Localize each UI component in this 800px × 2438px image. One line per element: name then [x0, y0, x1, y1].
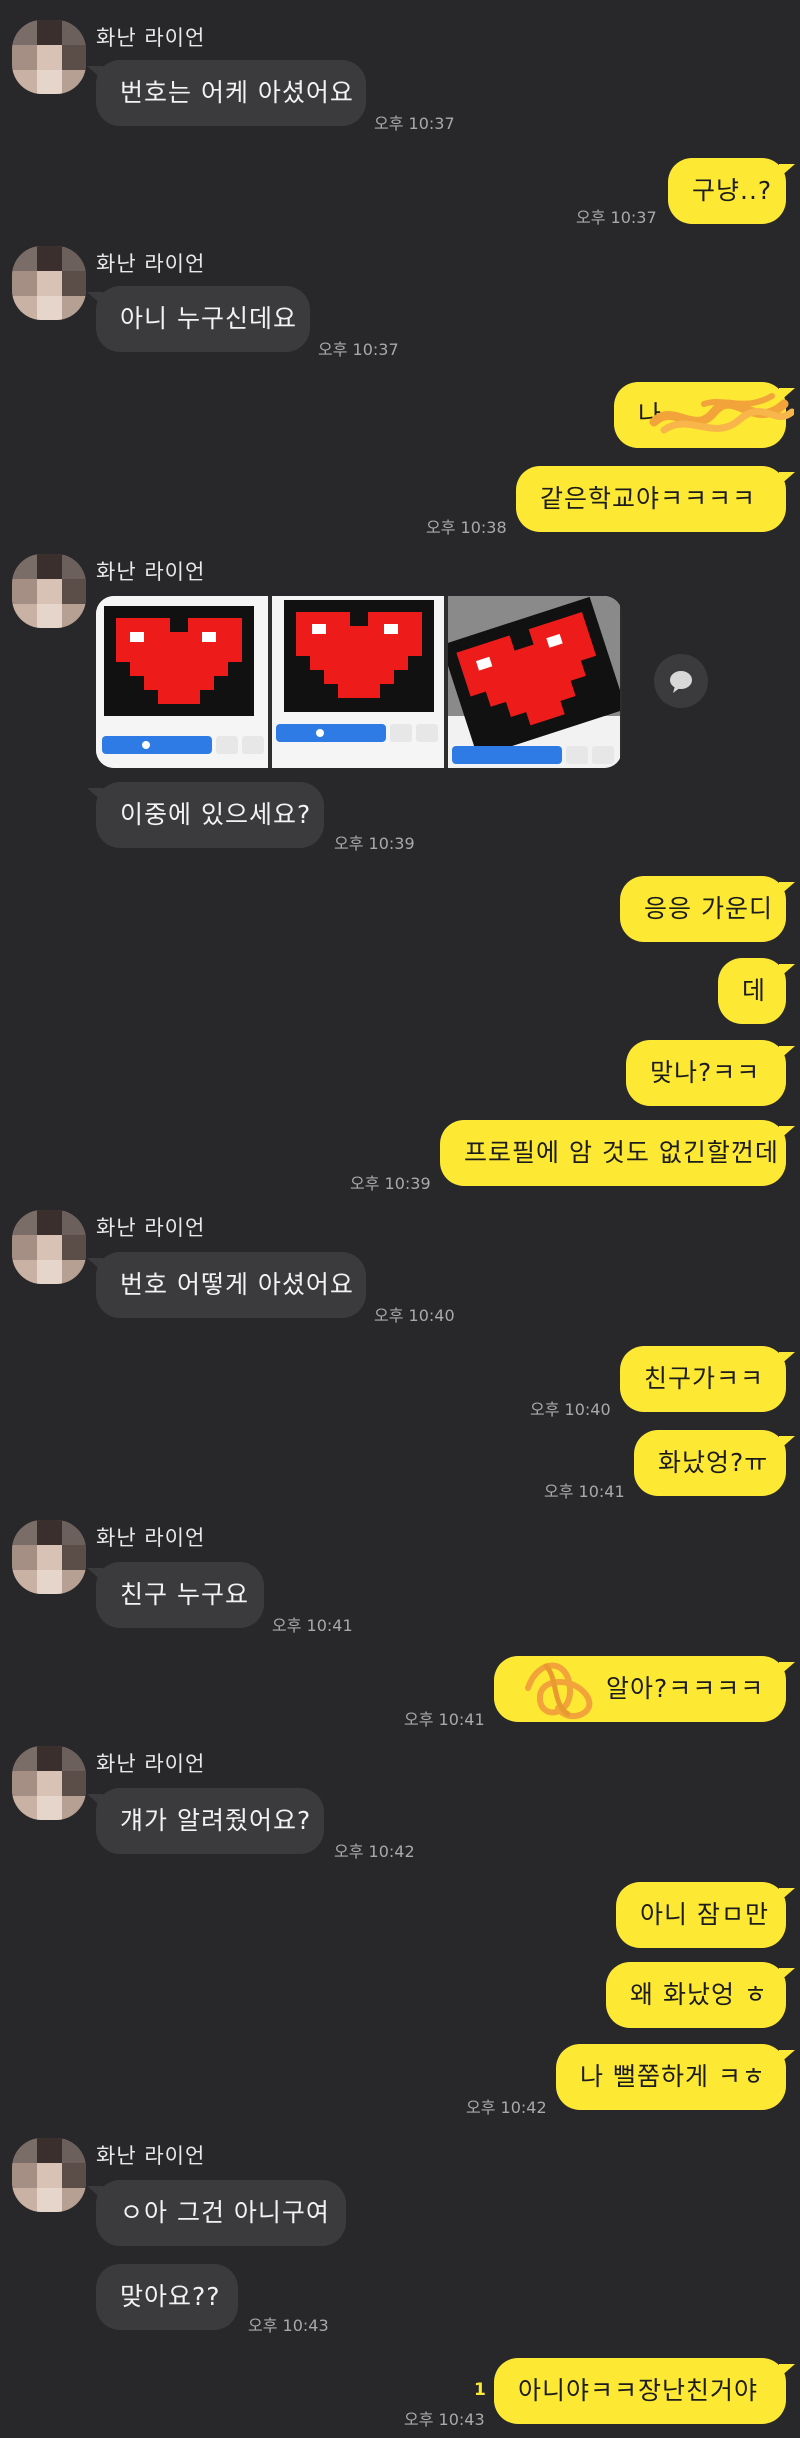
message-time: 오후 10:42: [334, 1842, 415, 1861]
message-bubble[interactable]: 데: [718, 958, 795, 1024]
pixel-heart-image: [96, 596, 268, 768]
message-time: 오후 10:37: [374, 114, 455, 133]
avatar[interactable]: [12, 246, 86, 320]
photo-thumbnail[interactable]: [96, 596, 268, 768]
message-bubble[interactable]: 화났엉?ㅠ: [634, 1430, 795, 1496]
sender-name: 화난 라이언: [96, 26, 206, 50]
redaction-scribble: [649, 393, 794, 434]
message-text: 알아?ㅋㅋㅋㅋ: [606, 1674, 765, 1703]
message-bubble[interactable]: 나 뻘쭘하게 ㅋㅎ: [556, 2044, 795, 2110]
message-bubble[interactable]: 같은학교야ㅋㅋㅋㅋ: [516, 466, 795, 532]
message-bubble[interactable]: 이중에 있으세요?: [87, 782, 324, 848]
avatar[interactable]: [12, 1746, 86, 1820]
avatar[interactable]: [12, 554, 86, 628]
message-time: 오후 10:37: [318, 340, 399, 359]
sender-name: 화난 라이언: [96, 560, 206, 584]
photo-album[interactable]: [96, 596, 622, 768]
sender-name: 화난 라이언: [96, 2144, 206, 2168]
avatar[interactable]: [12, 1210, 86, 1284]
sender-name: 화난 라이언: [96, 1216, 206, 1240]
message-time: 오후 10:39: [350, 1174, 431, 1193]
sender-name: 화난 라이언: [96, 252, 206, 276]
avatar[interactable]: [12, 2138, 86, 2212]
avatar[interactable]: [12, 20, 86, 94]
message-bubble[interactable]: 아니 잠ㅁ만: [616, 1882, 795, 1948]
message-bubble[interactable]: 걔가 알려줬어요?: [87, 1788, 324, 1854]
sender-name: 화난 라이언: [96, 1526, 206, 1550]
unread-count: 1: [474, 2380, 486, 2400]
message-time: 오후 10:41: [404, 1710, 485, 1729]
pixel-heart-image: [272, 596, 444, 768]
redaction-scribble: [525, 1662, 593, 1720]
message-bubble[interactable]: 응응 가운디: [620, 876, 795, 942]
message-time: 오후 10:43: [404, 2410, 485, 2429]
message-bubble[interactable]: 맞나?ㅋㅋ: [626, 1040, 795, 1106]
message-bubble[interactable]: 나: [614, 382, 795, 448]
message-bubble[interactable]: 알아?ㅋㅋㅋㅋ: [494, 1656, 795, 1722]
message-bubble[interactable]: 프로필에 암 것도 없긴할껀데: [440, 1120, 795, 1186]
message-bubble[interactable]: 맞아요??: [96, 2264, 238, 2330]
message-bubble[interactable]: 친구가ㅋㅋ: [620, 1346, 795, 1412]
message-bubble[interactable]: 구냥..?: [668, 158, 795, 224]
pixel-heart-image: [448, 596, 620, 768]
message-time: 오후 10:37: [576, 208, 657, 227]
message-time: 오후 10:41: [544, 1482, 625, 1501]
chat-bubble-icon: [670, 671, 692, 693]
avatar[interactable]: [12, 1520, 86, 1594]
message-bubble[interactable]: 친구 누구요: [87, 1562, 264, 1628]
message-bubble[interactable]: 아니 누구신데요: [87, 286, 310, 352]
message-bubble[interactable]: 왜 화났엉 ㅎ: [606, 1962, 795, 2028]
message-time: 오후 10:41: [272, 1616, 353, 1635]
message-text: 나: [638, 400, 663, 429]
message-bubble[interactable]: 번호는 어케 아셨어요: [87, 60, 366, 126]
sender-name: 화난 라이언: [96, 1752, 206, 1776]
message-time: 오후 10:39: [334, 834, 415, 853]
share-button[interactable]: [654, 654, 708, 708]
message-time: 오후 10:40: [374, 1306, 455, 1325]
message-bubble[interactable]: 번호 어떻게 아셨어요: [87, 1252, 366, 1318]
photo-thumbnail[interactable]: [272, 596, 444, 768]
message-time: 오후 10:40: [530, 1400, 611, 1419]
photo-thumbnail[interactable]: [448, 596, 620, 768]
message-time: 오후 10:42: [466, 2098, 547, 2117]
message-time: 오후 10:43: [248, 2316, 329, 2335]
message-time: 오후 10:38: [426, 518, 507, 537]
message-bubble[interactable]: 아니야ㅋㅋ장난친거야: [494, 2358, 795, 2424]
message-bubble[interactable]: ㅇ아 그건 아니구여: [87, 2180, 346, 2246]
